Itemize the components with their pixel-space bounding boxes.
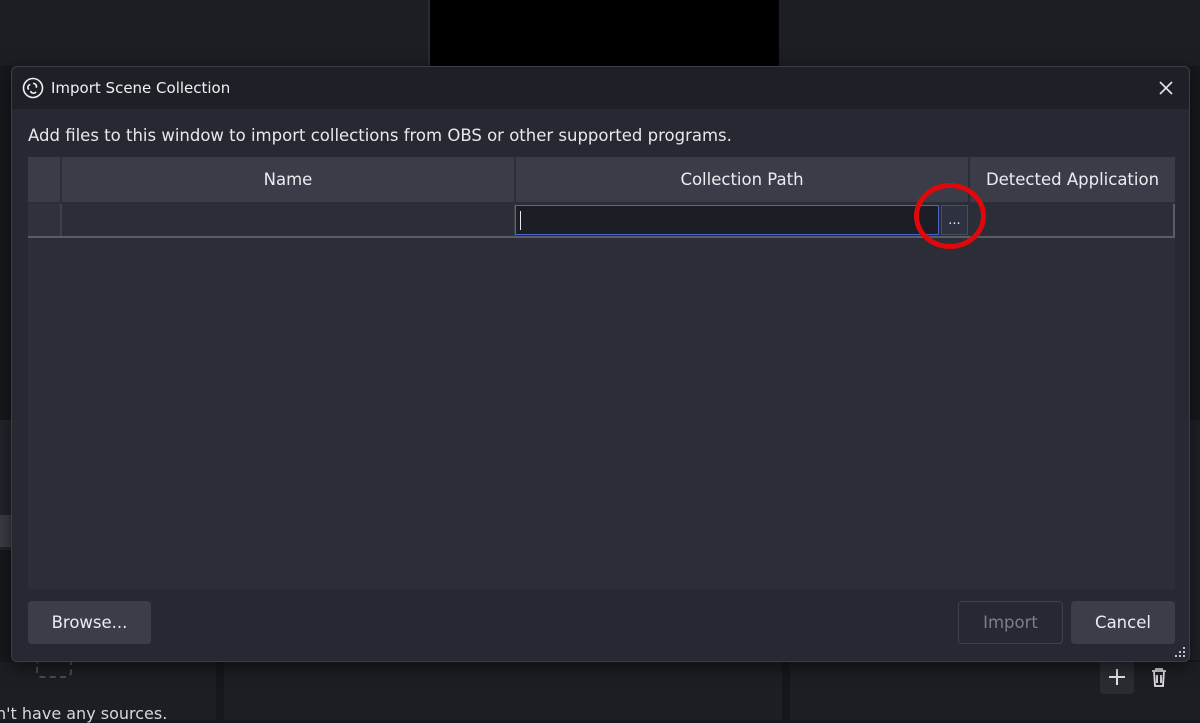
- cancel-button[interactable]: Cancel: [1071, 601, 1175, 644]
- table-row[interactable]: ...: [28, 204, 1175, 238]
- browse-path-button[interactable]: ...: [941, 205, 968, 235]
- empty-sources-text: n't have any sources.: [0, 704, 168, 723]
- close-icon: [1159, 81, 1173, 95]
- name-cell[interactable]: [62, 204, 515, 236]
- scenes-dock-bg: [0, 0, 428, 66]
- table-corner[interactable]: [28, 157, 60, 202]
- collection-path-field[interactable]: [516, 206, 938, 234]
- row-header[interactable]: [28, 204, 62, 236]
- dialog-title: Import Scene Collection: [51, 79, 231, 97]
- close-button[interactable]: [1151, 73, 1181, 103]
- bottom-docks: [0, 662, 1200, 720]
- dialog-titlebar: Import Scene Collection: [12, 67, 1189, 109]
- resize-grip-icon[interactable]: [1174, 646, 1186, 658]
- column-header-collection-path[interactable]: Collection Path: [516, 157, 968, 202]
- instructions-text: Add files to this window to import colle…: [28, 126, 732, 145]
- obs-logo-icon: [22, 77, 44, 99]
- dock-separator: [782, 662, 790, 720]
- column-header-detected-application[interactable]: Detected Application: [970, 157, 1175, 202]
- text-caret: [520, 211, 521, 230]
- preview-canvas: [428, 0, 781, 66]
- collection-table[interactable]: Name Collection Path Detected Applicatio…: [28, 157, 1175, 589]
- browse-button[interactable]: Browse...: [28, 601, 151, 644]
- import-button[interactable]: Import: [958, 601, 1063, 644]
- add-icon[interactable]: [1100, 660, 1134, 694]
- dock-separator: [216, 662, 224, 720]
- trash-icon[interactable]: [1142, 660, 1176, 694]
- import-scene-collection-dialog: Import Scene Collection Add files to thi…: [11, 66, 1190, 662]
- empty-sources-icon: [36, 662, 72, 678]
- more-icon[interactable]: ⋮: [1192, 663, 1200, 681]
- column-header-name[interactable]: Name: [62, 157, 514, 202]
- table-header: Name Collection Path Detected Applicatio…: [28, 157, 1175, 202]
- collection-path-input[interactable]: [515, 205, 939, 235]
- right-dock-bg: [779, 0, 1200, 66]
- detected-application-cell: [970, 204, 1175, 236]
